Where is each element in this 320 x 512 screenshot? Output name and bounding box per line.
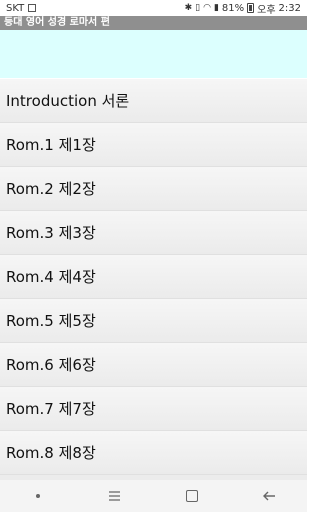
- list-item-rom-4[interactable]: Rom.4 제4장: [0, 255, 307, 299]
- carrier-label: SKT: [6, 2, 25, 14]
- chapter-list[interactable]: Introduction 서론 Rom.1 제1장 Rom.2 제2장 Rom.…: [0, 79, 307, 480]
- dot-icon: [36, 494, 41, 498]
- back-button[interactable]: [249, 480, 289, 512]
- signal-icon: ▮: [213, 2, 219, 13]
- battery-icon: [247, 3, 255, 13]
- bluetooth-icon: ✱: [184, 2, 193, 13]
- time-prefix: 오후: [257, 4, 276, 16]
- list-item-rom-8[interactable]: Rom.8 제8장: [0, 431, 307, 475]
- recent-apps-button[interactable]: [172, 480, 212, 512]
- list-item-rom-5[interactable]: Rom.5 제5장: [0, 299, 307, 343]
- navigation-bar: [0, 480, 307, 512]
- list-item-rom-7[interactable]: Rom.7 제7장: [0, 387, 307, 431]
- status-left: SKT: [6, 2, 37, 14]
- list-item-rom-1[interactable]: Rom.1 제1장: [0, 123, 307, 167]
- app-header: 등대 영어 성경 로마서 편: [0, 16, 307, 78]
- wifi-icon: ◠: [203, 2, 211, 13]
- recents-back-button[interactable]: [95, 480, 135, 512]
- recent-apps-icon: [185, 490, 198, 502]
- list-item-rom-2[interactable]: Rom.2 제2장: [0, 167, 307, 211]
- notification-icon: [28, 4, 37, 12]
- list-item-rom-3[interactable]: Rom.3 제3장: [0, 211, 307, 255]
- back-arrow-icon: [262, 491, 275, 501]
- status-bar: SKT ✱ ▯ ◠ ▮ 81% 오후 2:32: [0, 0, 307, 16]
- list-item-rom-6[interactable]: Rom.6 제6장: [0, 343, 307, 387]
- recents-back-icon: [109, 491, 121, 501]
- list-item-introduction[interactable]: Introduction 서론: [0, 79, 307, 123]
- clock: 2:32: [278, 2, 301, 14]
- app-title: 등대 영어 성경 로마서 편: [0, 16, 307, 30]
- vibrate-icon: ▯: [195, 2, 201, 13]
- dot-button[interactable]: [18, 480, 58, 512]
- battery-percent: 81%: [221, 2, 245, 14]
- status-right: ✱ ▯ ◠ ▮ 81% 오후 2:32: [185, 1, 301, 16]
